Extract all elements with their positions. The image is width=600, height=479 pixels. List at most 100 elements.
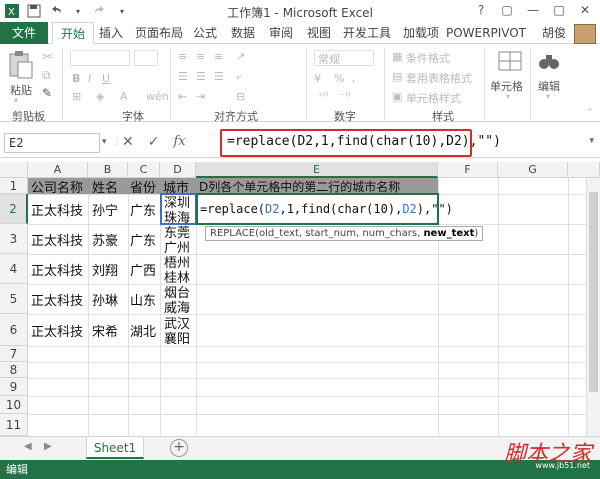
row-header[interactable]: 10	[0, 396, 28, 414]
select-all-corner[interactable]	[0, 162, 28, 178]
maximize-button[interactable]: □	[546, 0, 572, 20]
increase-indent-icon[interactable]: ⇥	[196, 90, 205, 103]
cell-e1[interactable]: D列各个单元格中的第二行的城市名称	[199, 178, 400, 194]
row-header[interactable]: 11	[0, 414, 28, 436]
row-header[interactable]: 7	[0, 346, 28, 362]
editing-dropdown-icon[interactable]: ▾	[546, 92, 550, 101]
cell-b4[interactable]: 刘翔	[92, 254, 118, 284]
bottom-align-icon[interactable]: ≡	[214, 50, 223, 63]
row-header[interactable]: 1	[0, 178, 28, 194]
cell-a6[interactable]: 正太科技	[31, 314, 83, 346]
enter-icon[interactable]: ✓	[148, 134, 160, 150]
orientation-icon[interactable]: ↗	[236, 50, 245, 63]
vertical-scrollbar[interactable]	[586, 178, 600, 436]
comma-style-icon[interactable]: ,	[352, 72, 356, 85]
next-sheet-icon[interactable]: ▶	[44, 441, 52, 452]
tab-file[interactable]: 文件	[0, 22, 48, 44]
cell-c1[interactable]: 省份	[130, 178, 156, 196]
tab-formulas[interactable]: 公式	[190, 22, 220, 44]
avatar[interactable]	[574, 24, 596, 44]
percent-button[interactable]: %	[334, 72, 344, 85]
scrollbar-thumb[interactable]	[589, 192, 598, 392]
align-right-icon[interactable]: ☰	[214, 70, 224, 83]
currency-icon[interactable]: ¥	[314, 72, 321, 85]
column-header[interactable]: F	[438, 162, 498, 178]
row-header[interactable]: 9	[0, 378, 28, 396]
border-icon[interactable]: ⊞	[72, 90, 81, 103]
cell-c3[interactable]: 广东	[130, 224, 156, 254]
tab-insert[interactable]: 插入	[96, 22, 126, 44]
phonetic-icon[interactable]: wén	[146, 90, 169, 103]
cell-a2[interactable]: 正太科技	[31, 194, 83, 224]
add-sheet-button[interactable]: +	[170, 439, 188, 457]
align-left-icon[interactable]: ☰	[178, 70, 188, 83]
function-tooltip[interactable]: REPLACE(old_text, start_num, num_chars, …	[205, 226, 484, 241]
cell-b1[interactable]: 姓名	[92, 178, 118, 196]
user-name[interactable]: 胡俊	[542, 22, 566, 44]
cell-c5[interactable]: 山东	[130, 284, 156, 314]
paste-icon[interactable]	[8, 50, 34, 83]
tab-review[interactable]: 审阅	[266, 22, 296, 44]
top-align-icon[interactable]: ≡	[178, 50, 187, 63]
tab-page-layout[interactable]: 页面布局	[132, 22, 186, 44]
tab-home[interactable]: 开始	[52, 22, 94, 44]
wrap-text-icon[interactable]: ⤶	[236, 70, 242, 84]
cell-c4[interactable]: 广西	[130, 254, 156, 284]
cell-a4[interactable]: 正太科技	[31, 254, 83, 284]
column-header[interactable]: G	[498, 162, 568, 178]
row-header[interactable]: 3	[0, 224, 28, 254]
conditional-formatting-button[interactable]: 条件格式	[406, 50, 450, 66]
help-button[interactable]: ?	[468, 0, 494, 20]
row-header[interactable]: 5	[0, 284, 28, 314]
format-painter-icon[interactable]: ✎	[42, 86, 52, 100]
ribbon-display-button[interactable]: ▢	[494, 0, 520, 20]
fill-color-icon[interactable]: ◈	[96, 90, 104, 103]
cell-c2[interactable]: 广东	[130, 194, 156, 224]
increase-decimal-icon[interactable]: ⁺⁰	[318, 90, 328, 103]
tab-powerpivot[interactable]: POWERPIVOT	[446, 22, 526, 44]
cell-a1[interactable]: 公司名称	[31, 178, 83, 196]
cell-styles-button[interactable]: 单元格样式	[406, 90, 461, 106]
underline-icon[interactable]: U	[102, 72, 110, 85]
bold-icon[interactable]: B	[72, 72, 80, 85]
cell-a5[interactable]: 正太科技	[31, 284, 83, 314]
formula-input[interactable]: =replace(D2,1,find(char(10),D2),"")	[220, 129, 501, 157]
align-center-icon[interactable]: ☰	[196, 70, 206, 83]
cells-dropdown-icon[interactable]: ▾	[506, 92, 510, 101]
cell-d5-line2[interactable]: 威海	[164, 299, 190, 316]
number-format-box[interactable]: 常规	[314, 50, 374, 66]
cell-b5[interactable]: 孙琳	[92, 284, 118, 314]
cancel-icon[interactable]: ✕	[122, 134, 134, 150]
cell-c6[interactable]: 湖北	[130, 314, 156, 346]
font-size-box[interactable]	[134, 50, 158, 66]
cell-b2[interactable]: 孙宁	[92, 194, 118, 224]
insert-function-icon[interactable]: fx	[173, 134, 185, 150]
cell-e2-editing[interactable]: =replace(D2,1,find(char(10), D2),"")	[200, 194, 453, 224]
row-header[interactable]: 8	[0, 362, 28, 378]
prev-sheet-icon[interactable]: ◀	[24, 441, 32, 452]
minimize-button[interactable]: —	[520, 0, 546, 20]
font-name-box[interactable]	[70, 50, 130, 66]
worksheet-grid[interactable]: A B C D E F G 1 2 3 4 5 6 7 8 9 10 11 公司…	[0, 162, 600, 436]
row-header[interactable]: 4	[0, 254, 28, 284]
tab-addins[interactable]: 加载项	[400, 22, 442, 44]
column-header[interactable]: E	[196, 162, 438, 178]
row-header[interactable]: 6	[0, 314, 28, 346]
cut-icon[interactable]: ✂	[42, 50, 53, 65]
collapse-ribbon-icon[interactable]: ⌃	[586, 108, 594, 118]
cell-a3[interactable]: 正太科技	[31, 224, 83, 254]
middle-align-icon[interactable]: ≡	[196, 50, 205, 63]
decrease-decimal-icon[interactable]: ⁻⁰	[340, 90, 350, 103]
cell-d6-line2[interactable]: 襄阳	[164, 330, 190, 347]
italic-icon[interactable]: I	[88, 72, 91, 85]
decrease-indent-icon[interactable]: ⇤	[178, 90, 187, 103]
tab-data[interactable]: 数据	[228, 22, 258, 44]
cell-b6[interactable]: 宋希	[92, 314, 118, 346]
name-box[interactable]: E2	[4, 133, 100, 153]
sheet-tab[interactable]: Sheet1	[86, 437, 144, 459]
paste-dropdown-icon[interactable]: ▾	[14, 96, 18, 105]
font-color-icon[interactable]: A	[120, 90, 128, 103]
close-button[interactable]: ✕	[572, 0, 598, 20]
name-box-dropdown-icon[interactable]: ▾	[102, 137, 107, 147]
tab-developer[interactable]: 开发工具	[340, 22, 394, 44]
